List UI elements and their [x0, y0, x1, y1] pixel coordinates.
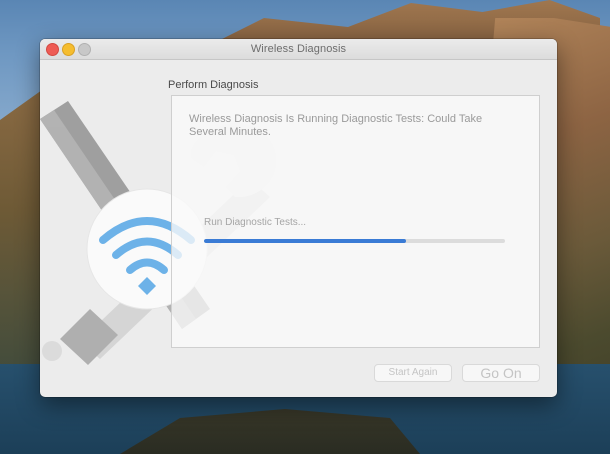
diagnosis-panel: Wireless Diagnosis Is Running Diagnostic… — [171, 95, 540, 348]
progress-bar — [204, 239, 505, 243]
status-message: Wireless Diagnosis Is Running Diagnostic… — [189, 113, 483, 138]
section-title: Perform Diagnosis — [168, 79, 259, 91]
window-title: Wireless Diagnosis — [250, 43, 347, 55]
start-again-button[interactable]: Start Again — [374, 364, 452, 382]
go-on-button[interactable]: Go On — [462, 364, 540, 382]
title-bar[interactable]: Wireless Diagnosis — [40, 39, 557, 60]
progress-bar-fill — [204, 239, 406, 243]
current-step-label: Run Diagnostic Tests... — [204, 217, 307, 228]
wireless-diagnosis-window: Wireless Diagnosis Perform Diagnosis Wir… — [40, 39, 557, 397]
